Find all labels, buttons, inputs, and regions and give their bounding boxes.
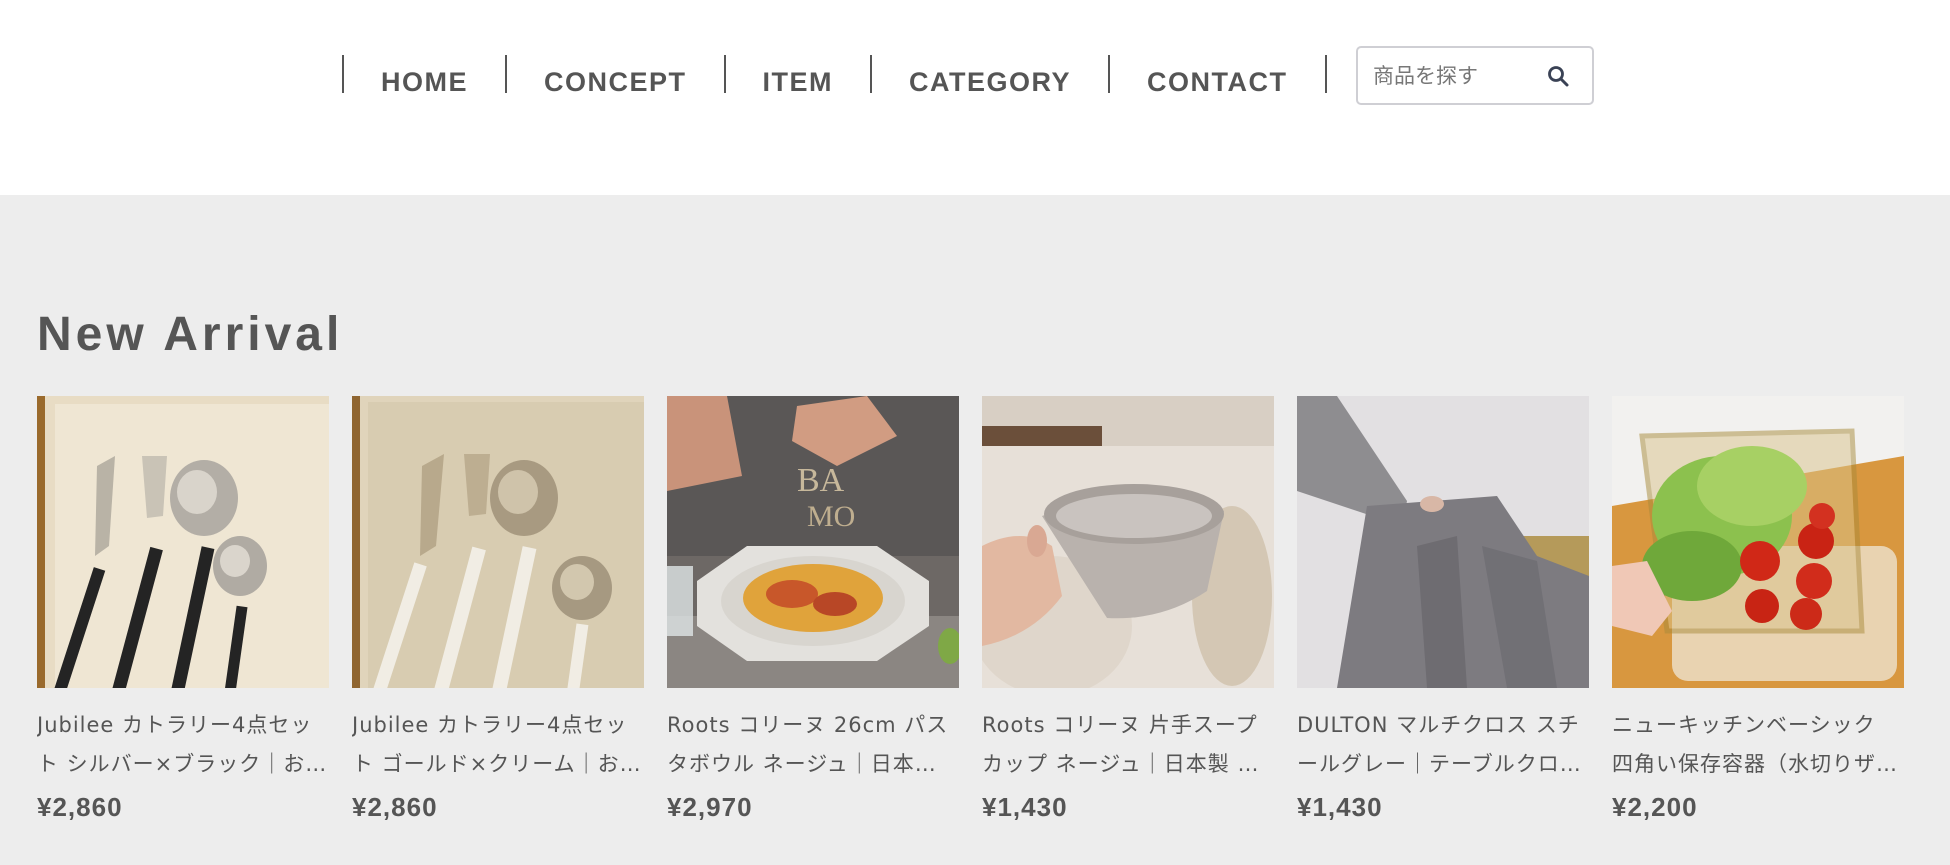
- product-price: ¥2,860: [37, 792, 123, 822]
- product-image-container-salad[interactable]: [1612, 396, 1904, 688]
- product-card[interactable]: DULTON マルチクロス スチールグレー｜テーブルクロ… ¥1,430: [1297, 396, 1589, 823]
- nav-item[interactable]: ITEM: [726, 55, 871, 97]
- product-image-cutlery-black[interactable]: [37, 396, 329, 688]
- search-button[interactable]: [1533, 48, 1583, 103]
- product-card[interactable]: Jubilee カトラリー4点セット ゴールド×クリーム｜お… ¥2,860: [352, 396, 644, 823]
- product-name[interactable]: Jubilee カトラリー4点セット シルバー×ブラック｜お…: [37, 706, 329, 784]
- product-name[interactable]: Roots コリーヌ 片手スープカップ ネージュ｜日本製 …: [982, 706, 1274, 784]
- nav-contact[interactable]: CONTACT: [1110, 55, 1324, 97]
- product-name[interactable]: Jubilee カトラリー4点セット ゴールド×クリーム｜お…: [352, 706, 644, 784]
- product-name[interactable]: ニューキッチンベーシック 四角い保存容器（水切りザ…: [1612, 706, 1904, 784]
- product-image-pasta-bowl[interactable]: BA MO: [667, 396, 959, 688]
- svg-text:MO: MO: [807, 500, 855, 533]
- product-card[interactable]: BA MO Roots コリーヌ 26cm パスタボウル ネージュ｜日本… ¥2…: [667, 396, 959, 823]
- svg-text:BA: BA: [797, 462, 845, 499]
- product-price: ¥1,430: [982, 792, 1068, 822]
- product-price: ¥2,970: [667, 792, 753, 822]
- section-title: New Arrival: [37, 308, 344, 361]
- product-name[interactable]: Roots コリーヌ 26cm パスタボウル ネージュ｜日本…: [667, 706, 959, 784]
- search-box: [1356, 46, 1594, 105]
- product-list: Jubilee カトラリー4点セット シルバー×ブラック｜お… ¥2,860 J…: [37, 396, 1904, 823]
- product-image-cutlery-white[interactable]: [352, 396, 644, 688]
- product-card[interactable]: Roots コリーヌ 片手スープカップ ネージュ｜日本製 … ¥1,430: [982, 396, 1274, 823]
- nav-category[interactable]: CATEGORY: [872, 55, 1108, 97]
- product-card[interactable]: ニューキッチンベーシック 四角い保存容器（水切りザ… ¥2,200: [1612, 396, 1904, 823]
- search-input[interactable]: [1358, 48, 1533, 103]
- product-card[interactable]: Jubilee カトラリー4点セット シルバー×ブラック｜お… ¥2,860: [37, 396, 329, 823]
- product-image-soup-cup[interactable]: [982, 396, 1274, 688]
- product-price: ¥2,860: [352, 792, 438, 822]
- search-icon: [1548, 65, 1569, 86]
- global-nav: HOME CONCEPT ITEM CATEGORY CONTACT: [342, 55, 1327, 97]
- nav-home[interactable]: HOME: [344, 55, 505, 97]
- nav-concept[interactable]: CONCEPT: [507, 55, 724, 97]
- product-price: ¥2,200: [1612, 792, 1698, 822]
- product-image-multi-cloth[interactable]: [1297, 396, 1589, 688]
- product-price: ¥1,430: [1297, 792, 1383, 822]
- product-name[interactable]: DULTON マルチクロス スチールグレー｜テーブルクロ…: [1297, 706, 1589, 784]
- main-content: New Arrival Jubilee カトラリー4点セット シルバー×ブラック…: [0, 195, 1950, 865]
- site-header: HOME CONCEPT ITEM CATEGORY CONTACT: [0, 0, 1950, 195]
- nav-divider: [1324, 55, 1327, 93]
